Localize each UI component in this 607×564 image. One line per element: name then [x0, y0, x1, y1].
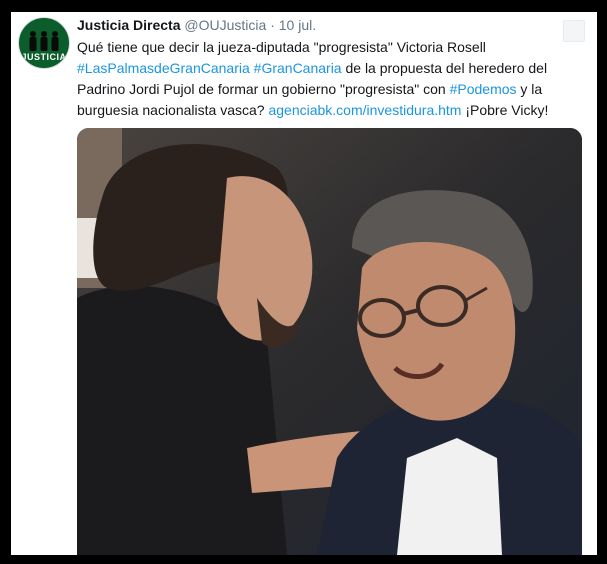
hashtag-link[interactable]: #GranCanaria	[254, 60, 342, 76]
author-handle[interactable]: @OUJusticia	[184, 17, 266, 33]
separator-dot: ·	[270, 17, 275, 33]
three-figures-logo-icon	[29, 31, 59, 51]
tweet-text: Qué tiene que decir la jueza-diputada "p…	[77, 37, 587, 121]
tweet-timestamp[interactable]: 10 jul.	[279, 17, 316, 33]
avatar-logo-text: JUSTICIA	[21, 52, 67, 62]
author-name[interactable]: Justicia Directa	[77, 17, 181, 33]
avatar[interactable]: JUSTICIA	[18, 17, 70, 69]
tweet-photo[interactable]	[77, 128, 582, 555]
photo-two-men-embracing-icon	[77, 128, 582, 555]
hashtag-link[interactable]: #Podemos	[450, 81, 517, 97]
tweet-text-segment: ¡Pobre Vicky!	[461, 102, 549, 118]
tweet-text-segment: Qué tiene que decir la jueza-diputada "p…	[77, 39, 486, 55]
tweet-card[interactable]: JUSTICIA Justicia Directa @OUJusticia · …	[11, 12, 597, 555]
url-link[interactable]: agenciabk.com/investidura.htm	[268, 102, 461, 118]
tweet-header: Justicia Directa @OUJusticia · 10 jul.	[77, 16, 316, 34]
hashtag-link[interactable]: #LasPalmasdeGranCanaria	[77, 60, 250, 76]
